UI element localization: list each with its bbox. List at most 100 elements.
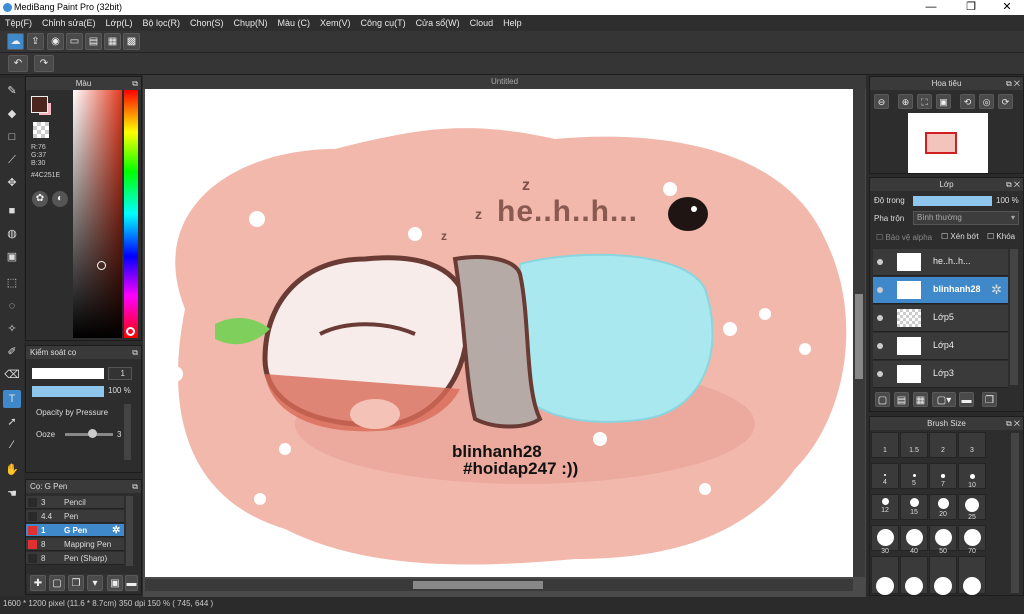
brush-size-option[interactable] [900, 556, 928, 595]
brush-opacity-slider[interactable] [32, 386, 104, 397]
magic-wand-tool-icon[interactable]: ✧ [3, 320, 21, 338]
brush-size-option[interactable] [871, 556, 899, 595]
saturation-brightness-picker[interactable] [73, 90, 122, 338]
horizontal-scroll-thumb[interactable] [413, 581, 543, 589]
pan-tool-icon[interactable]: ☚ [3, 485, 21, 503]
operation-tool-icon[interactable]: ➚ [3, 413, 21, 431]
eye-icon[interactable] [877, 287, 883, 293]
brush-size-option[interactable]: 30 [871, 525, 899, 555]
brush-size-option[interactable]: 70 [958, 525, 986, 555]
layer-settings-gear-icon[interactable]: ✲ [991, 282, 1002, 298]
brush-size-option[interactable]: 5 [900, 463, 928, 489]
panel-float-icon[interactable]: ⧉ [132, 480, 138, 493]
rotate-reset-icon[interactable]: ◎ [979, 94, 994, 109]
menu-edit[interactable]: Chỉnh sửa(E) [37, 15, 101, 31]
close-button[interactable]: ✕ [992, 0, 1022, 15]
hand-tool-icon[interactable]: ✋ [3, 461, 21, 479]
brush-item[interactable]: 4.4 Pen [26, 510, 124, 523]
restore-button[interactable]: ❐ [956, 0, 986, 15]
canvas-vertical-scrollbar[interactable] [853, 89, 865, 577]
comment-icon[interactable]: ◉ [47, 33, 64, 50]
drawing-canvas[interactable]: z z z he..h..h... blinhanh28 #hoidap247 … [145, 89, 853, 577]
document-icon[interactable]: ▤ [85, 33, 102, 50]
menu-cloud[interactable]: Cloud [465, 15, 499, 31]
brush-menu-icon[interactable]: ▾ [87, 575, 103, 591]
eye-icon[interactable] [877, 259, 883, 265]
new-layer-icon[interactable]: ▢ [875, 392, 890, 407]
brush-size-slider[interactable] [32, 368, 104, 379]
rotate-right-icon[interactable]: ⟳ [998, 94, 1013, 109]
copy-layer-icon[interactable]: ❐ [982, 392, 997, 407]
zoom-out-icon[interactable]: ⊖ [874, 94, 889, 109]
eye-icon[interactable] [877, 343, 883, 349]
redo-icon[interactable]: ↷ [34, 55, 54, 72]
panels-icon[interactable]: ▩ [123, 33, 140, 50]
brush-size-option[interactable]: 25 [958, 494, 986, 521]
navigator-preview[interactable] [908, 113, 988, 173]
brush-size-option[interactable]: 20 [929, 494, 957, 520]
brush-size-option[interactable]: 2 [929, 432, 957, 458]
fit-icon[interactable]: ⛶ [917, 94, 932, 109]
layer-row[interactable]: Lớp3 [873, 361, 1008, 388]
panel-float-icon[interactable]: ⧉ ✕ [1006, 178, 1020, 191]
menu-window[interactable]: Cửa sổ(W) [411, 15, 465, 31]
hue-slider[interactable] [124, 90, 138, 338]
brush-list-scrollbar[interactable] [126, 496, 133, 566]
lock-checkbox[interactable]: ☐ Khóa [987, 232, 1015, 241]
ooze-slider-knob[interactable] [88, 429, 97, 438]
select-rect-tool-icon[interactable]: ⬚ [3, 274, 21, 292]
brush-control-scrollbar[interactable] [124, 404, 131, 460]
panel-float-icon[interactable]: ⧉ [132, 346, 138, 359]
brush-size-option[interactable]: 1.5 [900, 432, 928, 458]
brush-size-option[interactable] [929, 556, 957, 595]
rotate-left-icon[interactable]: ⟲ [960, 94, 975, 109]
dot-tool-icon[interactable]: ⟋ [3, 151, 21, 169]
eye-icon[interactable] [877, 315, 883, 321]
vertical-scroll-thumb[interactable] [855, 294, 863, 379]
menu-select[interactable]: Chọn(S) [185, 15, 229, 31]
new-halftone-layer-icon[interactable]: ▤ [894, 392, 909, 407]
eyedropper-tool-icon[interactable]: ⁄ [3, 436, 21, 454]
eye-icon[interactable] [877, 371, 883, 377]
menu-help[interactable]: Help [498, 15, 527, 31]
cloud-icon[interactable]: ☁ [7, 33, 24, 50]
fill-rect-tool-icon[interactable]: ■ [3, 202, 21, 220]
brush-size-option[interactable]: 1 [871, 432, 899, 458]
blend-mode-select[interactable]: Bình thường ▾ [913, 211, 1019, 225]
menu-tools[interactable]: Công cụ(T) [356, 15, 411, 31]
layer-row[interactable]: Lớp4 [873, 333, 1008, 360]
transparent-color-swatch[interactable] [33, 122, 49, 138]
select-pen-tool-icon[interactable]: ✐ [3, 343, 21, 361]
brush-size-value[interactable]: 1 [108, 367, 132, 380]
undo-icon[interactable]: ↶ [8, 55, 28, 72]
brush-item[interactable]: 8 Mapping Pen [26, 538, 124, 551]
panel-float-icon[interactable]: ⧉ [132, 77, 138, 90]
delete-brush-icon[interactable]: ▣ [107, 575, 123, 591]
rectangle-tool-icon[interactable]: □ [3, 128, 21, 146]
sv-cursor[interactable] [97, 261, 106, 270]
new-brush-icon[interactable]: ▢ [49, 575, 65, 591]
brush-size-option[interactable]: 4 [871, 463, 899, 489]
add-brush-icon[interactable]: ✚ [30, 575, 46, 591]
canvas-horizontal-scrollbar[interactable] [145, 579, 853, 591]
brush-size-option[interactable]: 40 [900, 525, 928, 555]
canvas-tab[interactable]: Untitled [143, 75, 866, 89]
copy-brush-icon[interactable]: ❐ [68, 575, 84, 591]
brush-item-selected[interactable]: 1 G Pen ✲ [26, 524, 124, 537]
brush-tool-icon[interactable]: ✎ [3, 82, 21, 100]
menu-filter[interactable]: Bộ lọc(R) [137, 15, 185, 31]
panel-float-icon[interactable]: ⧉ ✕ [1006, 417, 1020, 430]
lasso-tool-icon[interactable]: ◌ [3, 297, 21, 315]
layer-menu-icon[interactable]: ▢▾ [932, 392, 956, 407]
brush-item[interactable]: 8 Pen (Sharp) [26, 552, 124, 565]
grid-icon[interactable]: ▦ [104, 33, 121, 50]
speech-icon[interactable]: ▭ [66, 33, 83, 50]
new-8bit-layer-icon[interactable]: ▦ [913, 392, 928, 407]
panel-float-icon[interactable]: ⧉ ✕ [1006, 77, 1020, 90]
folder-icon[interactable]: ▬ [959, 392, 974, 407]
brush-size-option[interactable]: 3 [958, 432, 986, 458]
menu-layer[interactable]: Lớp(L) [101, 15, 138, 31]
protect-alpha-checkbox[interactable]: ☐ Bảo vệ alpha [876, 233, 932, 242]
layers-scrollbar[interactable] [1010, 249, 1018, 385]
brush-size-option[interactable] [958, 556, 986, 595]
